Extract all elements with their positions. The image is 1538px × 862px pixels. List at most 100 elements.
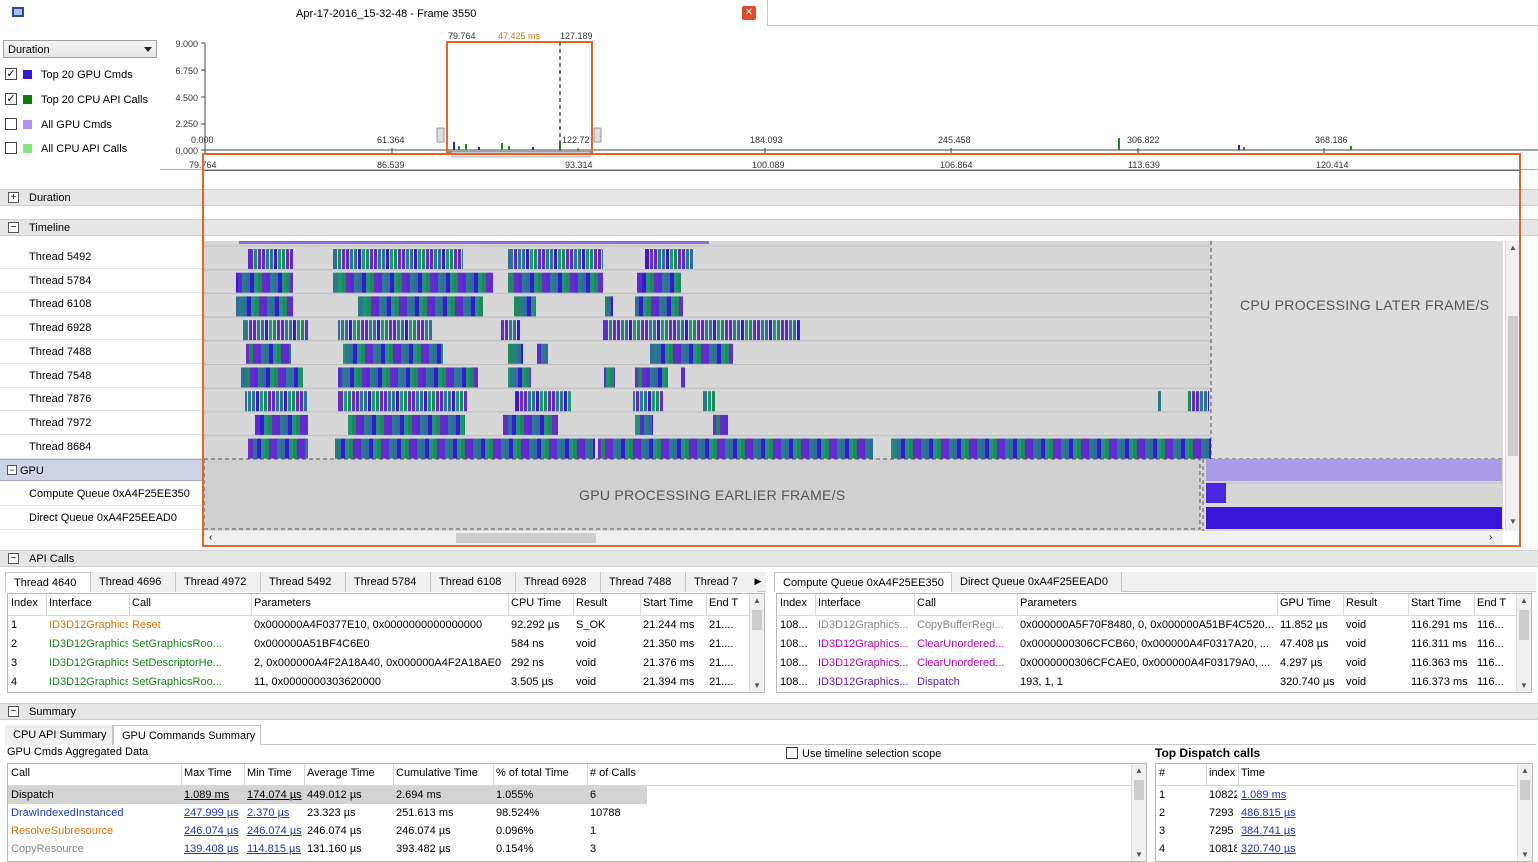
column-header[interactable]: Call (132, 597, 250, 609)
column-header[interactable]: Start Time (1411, 597, 1473, 609)
column-header[interactable]: # (1159, 767, 1205, 779)
queue-row-label[interactable]: Direct Queue 0xA4F25EEAD0 (0, 507, 203, 530)
scroll-thumb[interactable] (1520, 780, 1530, 800)
thread-row-label[interactable]: Thread 8684 (0, 436, 203, 459)
scroll-up-icon[interactable]: ▲ (753, 596, 761, 605)
timeline-section-header[interactable]: − Timeline (0, 219, 1538, 236)
tab-thread[interactable]: Thread 4972 (176, 572, 261, 592)
scroll-thumb[interactable] (1134, 780, 1144, 800)
selection-right-handle[interactable] (593, 127, 602, 143)
scroll-right-icon[interactable]: › (1489, 532, 1492, 543)
tab-queue[interactable]: Compute Queue 0xA4F25EE350 (774, 572, 952, 592)
collapse-icon[interactable]: − (8, 553, 19, 564)
collapse-icon[interactable]: − (7, 465, 17, 475)
document-tab[interactable]: Apr-17-2016_15-32-48 - Frame 3550 ✕ (0, 0, 768, 26)
column-header[interactable]: Index (780, 597, 814, 609)
column-header[interactable]: CPU Time (511, 597, 572, 609)
column-header[interactable]: GPU Time (1280, 597, 1342, 609)
summary-section-header[interactable]: − Summary (0, 703, 1538, 720)
scroll-left-icon[interactable]: ‹ (209, 532, 212, 543)
scroll-thumb[interactable] (1519, 610, 1529, 640)
column-header[interactable]: Call (917, 597, 1016, 609)
scroll-up-icon[interactable]: ▲ (1509, 243, 1517, 252)
scope-checkbox[interactable] (786, 747, 798, 759)
api-calls-section-header[interactable]: − API Calls (0, 550, 1538, 567)
legend-checkbox[interactable] (5, 118, 17, 130)
scroll-down-icon[interactable]: ▼ (1520, 681, 1528, 690)
column-header[interactable]: Max Time (184, 767, 243, 779)
gpu-group-header[interactable]: − GPU (0, 459, 203, 481)
table-vertical-scrollbar[interactable]: ▲ ▼ (1131, 764, 1146, 861)
column-header[interactable]: Interface (818, 597, 913, 609)
scroll-up-icon[interactable]: ▲ (1520, 596, 1528, 605)
column-header[interactable]: Result (1346, 597, 1407, 609)
scroll-down-icon[interactable]: ▼ (753, 681, 761, 690)
duration-section-header[interactable]: + Duration (0, 189, 1538, 206)
scroll-thumb[interactable] (456, 533, 596, 543)
column-header[interactable]: Time (1241, 767, 1305, 779)
thread-row-label[interactable]: Thread 7876 (0, 388, 203, 412)
column-header[interactable]: # of Calls (590, 767, 646, 779)
tab-queue[interactable]: Direct Queue 0xA4F25EEAD0 (952, 572, 1122, 592)
scroll-up-icon[interactable]: ▲ (1135, 766, 1143, 775)
legend-item[interactable]: ✓ Top 20 CPU API Calls (5, 92, 155, 108)
column-header[interactable]: Interface (49, 597, 128, 609)
tab-thread[interactable]: Thread 7 (686, 572, 758, 592)
tab-scroll-right-icon[interactable]: ▶ (750, 572, 766, 591)
column-header[interactable]: Min Time (247, 767, 303, 779)
collapse-icon[interactable]: − (8, 706, 19, 717)
timeline-horizontal-scrollbar[interactable]: ‹ › (203, 531, 1503, 545)
scroll-down-icon[interactable]: ▼ (1135, 850, 1143, 859)
tab-thread[interactable]: Thread 6928 (516, 572, 601, 592)
tab-thread[interactable]: Thread 4640 (5, 572, 91, 592)
tab-summary[interactable]: CPU API Summary (5, 725, 113, 745)
timeline-canvas[interactable] (203, 241, 1503, 531)
scroll-down-icon[interactable]: ▼ (1509, 517, 1517, 526)
scroll-up-icon[interactable]: ▲ (1521, 766, 1529, 775)
column-header[interactable]: Call (11, 767, 180, 779)
close-icon[interactable]: ✕ (742, 6, 756, 20)
tab-thread[interactable]: Thread 5492 (261, 572, 346, 592)
legend-checkbox[interactable] (5, 142, 17, 154)
thread-row-label[interactable]: Thread 7548 (0, 365, 203, 388)
scroll-down-icon[interactable]: ▼ (1521, 850, 1529, 859)
legend-item[interactable]: All CPU API Calls (5, 141, 155, 157)
column-header[interactable]: Result (576, 597, 639, 609)
thread-row-label[interactable]: Thread 7488 (0, 341, 203, 364)
scroll-thumb[interactable] (752, 610, 762, 630)
legend-item[interactable]: All GPU Cmds (5, 117, 155, 133)
collapse-icon[interactable]: − (8, 222, 19, 233)
column-header[interactable]: Parameters (1020, 597, 1276, 609)
tab-summary[interactable]: GPU Commands Summary (113, 725, 261, 745)
table-vertical-scrollbar[interactable]: ▲ ▼ (749, 594, 764, 692)
legend-checkbox[interactable]: ✓ (5, 68, 17, 80)
legend-checkbox[interactable]: ✓ (5, 93, 17, 105)
thread-row-label[interactable]: Thread 7972 (0, 412, 203, 435)
legend-item[interactable]: ✓ Top 20 GPU Cmds (5, 67, 155, 83)
column-header[interactable]: % of total Time (496, 767, 586, 779)
tab-thread[interactable]: Thread 6108 (431, 572, 516, 592)
column-header[interactable]: Average Time (307, 767, 392, 779)
column-header[interactable]: Start Time (643, 597, 705, 609)
table-cell: 246.074 µs (396, 825, 451, 837)
thread-row-label[interactable]: Thread 5492 (0, 246, 203, 269)
tab-thread[interactable]: Thread 7488 (601, 572, 686, 592)
column-header[interactable]: Index (11, 597, 45, 609)
column-header[interactable]: Parameters (254, 597, 507, 609)
tab-thread[interactable]: Thread 5784 (346, 572, 431, 592)
queue-row-label[interactable]: Compute Queue 0xA4F25EE350 (0, 483, 203, 506)
scroll-thumb[interactable] (1508, 316, 1518, 456)
overview-chart[interactable] (160, 30, 1538, 170)
timeline-vertical-scrollbar[interactable]: ▲ ▼ (1505, 241, 1520, 531)
column-header[interactable]: Cumulative Time (396, 767, 492, 779)
selection-left-handle[interactable] (436, 127, 445, 143)
thread-row-label[interactable]: Thread 5784 (0, 270, 203, 293)
tab-thread[interactable]: Thread 4696 (91, 572, 176, 592)
expand-icon[interactable]: + (8, 192, 19, 203)
metric-dropdown[interactable]: Duration (3, 40, 157, 58)
table-vertical-scrollbar[interactable]: ▲ ▼ (1517, 764, 1532, 861)
thread-row-label[interactable]: Thread 6108 (0, 293, 203, 317)
thread-row-label[interactable]: Thread 6928 (0, 317, 203, 341)
column-header[interactable]: index (1209, 767, 1237, 779)
table-vertical-scrollbar[interactable]: ▲ ▼ (1516, 594, 1531, 692)
